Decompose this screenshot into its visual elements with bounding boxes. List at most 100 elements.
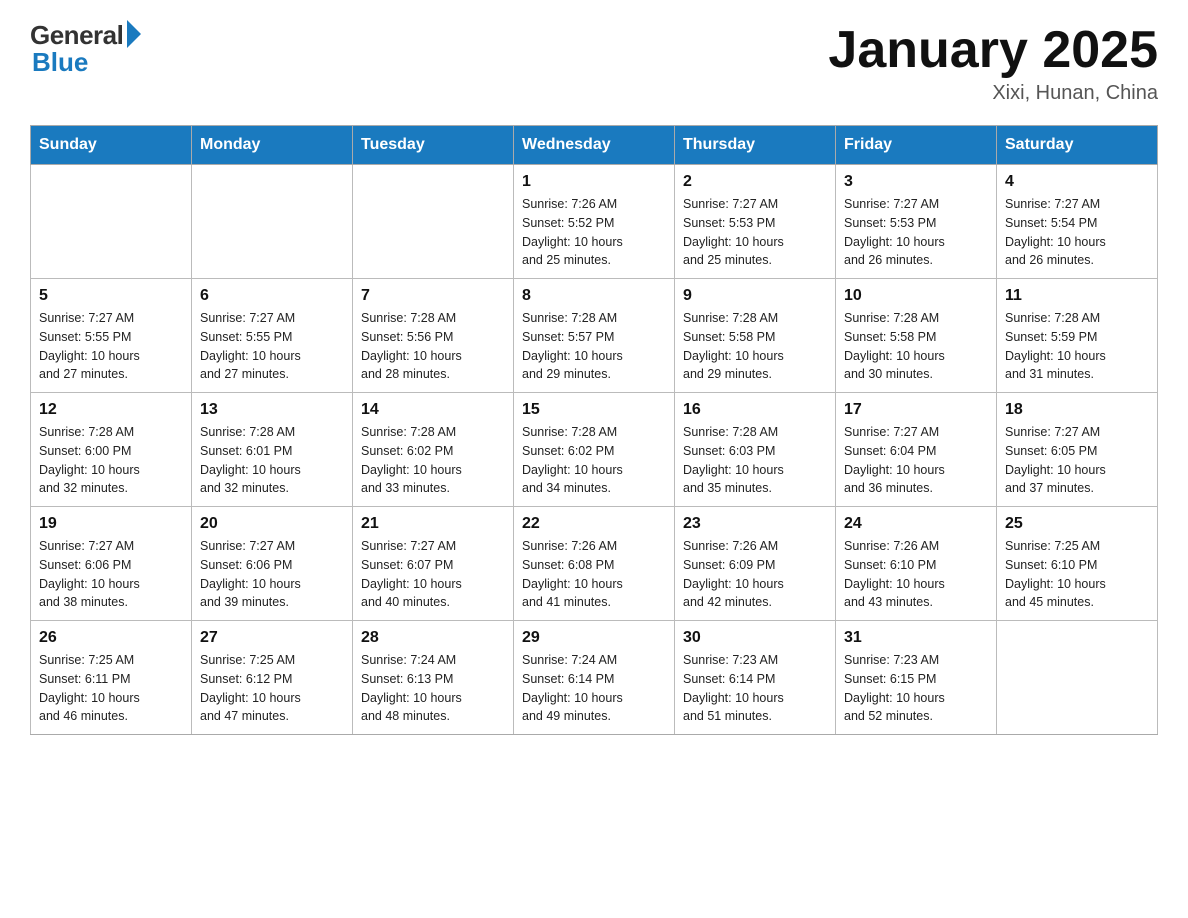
calendar-cell: 26 Sunrise: 7:25 AMSunset: 6:11 PMDayligh…	[31, 621, 192, 735]
day-number: 9	[683, 287, 827, 305]
day-info: Sunrise: 7:27 AMSunset: 5:55 PMDaylight:…	[200, 309, 344, 384]
day-number: 25	[1005, 515, 1149, 533]
calendar-cell	[31, 165, 192, 279]
calendar-cell	[192, 165, 353, 279]
day-number: 18	[1005, 401, 1149, 419]
day-info: Sunrise: 7:25 AMSunset: 6:11 PMDaylight:…	[39, 651, 183, 726]
day-info: Sunrise: 7:26 AMSunset: 6:10 PMDaylight:…	[844, 537, 988, 612]
calendar-week-row: 1 Sunrise: 7:26 AMSunset: 5:52 PMDaylight…	[31, 165, 1158, 279]
calendar-cell: 18Sunrise: 7:27 AMSunset: 6:05 PMDayligh…	[997, 393, 1158, 507]
day-number: 6	[200, 287, 344, 305]
calendar-cell: 15 Sunrise: 7:28 AMSunset: 6:02 PMDayligh…	[514, 393, 675, 507]
day-info: Sunrise: 7:28 AMSunset: 6:02 PMDaylight:…	[522, 423, 666, 498]
calendar-week-row: 19 Sunrise: 7:27 AMSunset: 6:06 PMDayligh…	[31, 507, 1158, 621]
day-info: Sunrise: 7:28 AMSunset: 5:58 PMDaylight:…	[683, 309, 827, 384]
calendar-cell: 13 Sunrise: 7:28 AMSunset: 6:01 PMDayligh…	[192, 393, 353, 507]
calendar-cell: 8 Sunrise: 7:28 AMSunset: 5:57 PMDaylight…	[514, 279, 675, 393]
day-number: 27	[200, 629, 344, 647]
month-title: January 2025	[828, 20, 1158, 80]
title-section: January 2025 Xixi, Hunan, China	[828, 20, 1158, 105]
day-number: 3	[844, 173, 988, 191]
calendar-header-tuesday: Tuesday	[353, 126, 514, 165]
day-info: Sunrise: 7:28 AMSunset: 6:03 PMDaylight:…	[683, 423, 827, 498]
day-number: 26	[39, 629, 183, 647]
day-info: Sunrise: 7:23 AMSunset: 6:15 PMDaylight:…	[844, 651, 988, 726]
day-info: Sunrise: 7:27 AMSunset: 6:06 PMDaylight:…	[39, 537, 183, 612]
day-info: Sunrise: 7:28 AMSunset: 5:58 PMDaylight:…	[844, 309, 988, 384]
day-number: 16	[683, 401, 827, 419]
day-info: Sunrise: 7:27 AMSunset: 5:55 PMDaylight:…	[39, 309, 183, 384]
calendar-header-thursday: Thursday	[675, 126, 836, 165]
calendar-cell: 19 Sunrise: 7:27 AMSunset: 6:06 PMDayligh…	[31, 507, 192, 621]
calendar-cell: 1 Sunrise: 7:26 AMSunset: 5:52 PMDaylight…	[514, 165, 675, 279]
day-number: 31	[844, 629, 988, 647]
calendar-week-row: 12 Sunrise: 7:28 AMSunset: 6:00 PMDayligh…	[31, 393, 1158, 507]
day-number: 20	[200, 515, 344, 533]
day-number: 4	[1005, 173, 1149, 191]
location-label: Xixi, Hunan, China	[828, 82, 1158, 105]
calendar-cell: 16 Sunrise: 7:28 AMSunset: 6:03 PMDayligh…	[675, 393, 836, 507]
day-info: Sunrise: 7:26 AMSunset: 6:08 PMDaylight:…	[522, 537, 666, 612]
day-number: 12	[39, 401, 183, 419]
calendar-cell: 12 Sunrise: 7:28 AMSunset: 6:00 PMDayligh…	[31, 393, 192, 507]
day-number: 8	[522, 287, 666, 305]
day-number: 13	[200, 401, 344, 419]
day-info: Sunrise: 7:25 AMSunset: 6:12 PMDaylight:…	[200, 651, 344, 726]
calendar-cell: 10 Sunrise: 7:28 AMSunset: 5:58 PMDayligh…	[836, 279, 997, 393]
calendar-cell: 11Sunrise: 7:28 AMSunset: 5:59 PMDayligh…	[997, 279, 1158, 393]
calendar-table: SundayMondayTuesdayWednesdayThursdayFrid…	[30, 125, 1158, 735]
calendar-cell: 9 Sunrise: 7:28 AMSunset: 5:58 PMDaylight…	[675, 279, 836, 393]
calendar-header-row: SundayMondayTuesdayWednesdayThursdayFrid…	[31, 126, 1158, 165]
day-number: 2	[683, 173, 827, 191]
day-info: Sunrise: 7:28 AMSunset: 6:02 PMDaylight:…	[361, 423, 505, 498]
day-info: Sunrise: 7:28 AMSunset: 6:01 PMDaylight:…	[200, 423, 344, 498]
day-info: Sunrise: 7:28 AMSunset: 5:56 PMDaylight:…	[361, 309, 505, 384]
calendar-header-saturday: Saturday	[997, 126, 1158, 165]
calendar-cell: 28 Sunrise: 7:24 AMSunset: 6:13 PMDayligh…	[353, 621, 514, 735]
day-number: 7	[361, 287, 505, 305]
day-number: 17	[844, 401, 988, 419]
day-number: 10	[844, 287, 988, 305]
day-number: 29	[522, 629, 666, 647]
day-number: 21	[361, 515, 505, 533]
logo-blue-text: Blue	[32, 47, 88, 78]
calendar-cell	[997, 621, 1158, 735]
calendar-cell: 3 Sunrise: 7:27 AMSunset: 5:53 PMDaylight…	[836, 165, 997, 279]
day-info: Sunrise: 7:27 AMSunset: 6:07 PMDaylight:…	[361, 537, 505, 612]
day-number: 5	[39, 287, 183, 305]
calendar-cell: 6 Sunrise: 7:27 AMSunset: 5:55 PMDaylight…	[192, 279, 353, 393]
day-info: Sunrise: 7:24 AMSunset: 6:13 PMDaylight:…	[361, 651, 505, 726]
day-info: Sunrise: 7:27 AMSunset: 5:53 PMDaylight:…	[844, 195, 988, 270]
day-number: 19	[39, 515, 183, 533]
day-info: Sunrise: 7:27 AMSunset: 6:04 PMDaylight:…	[844, 423, 988, 498]
day-number: 22	[522, 515, 666, 533]
logo-arrow-icon	[127, 20, 141, 48]
logo: General Blue	[30, 20, 141, 78]
calendar-header-monday: Monday	[192, 126, 353, 165]
page-header: General Blue January 2025 Xixi, Hunan, C…	[30, 20, 1158, 105]
calendar-cell: 25Sunrise: 7:25 AMSunset: 6:10 PMDayligh…	[997, 507, 1158, 621]
day-number: 15	[522, 401, 666, 419]
day-number: 30	[683, 629, 827, 647]
calendar-cell: 20Sunrise: 7:27 AMSunset: 6:06 PMDayligh…	[192, 507, 353, 621]
calendar-cell: 29Sunrise: 7:24 AMSunset: 6:14 PMDayligh…	[514, 621, 675, 735]
calendar-cell: 27 Sunrise: 7:25 AMSunset: 6:12 PMDayligh…	[192, 621, 353, 735]
calendar-cell: 7 Sunrise: 7:28 AMSunset: 5:56 PMDaylight…	[353, 279, 514, 393]
day-number: 28	[361, 629, 505, 647]
day-info: Sunrise: 7:26 AMSunset: 5:52 PMDaylight:…	[522, 195, 666, 270]
calendar-cell: 14Sunrise: 7:28 AMSunset: 6:02 PMDayligh…	[353, 393, 514, 507]
calendar-cell: 31 Sunrise: 7:23 AMSunset: 6:15 PMDayligh…	[836, 621, 997, 735]
calendar-cell: 24Sunrise: 7:26 AMSunset: 6:10 PMDayligh…	[836, 507, 997, 621]
calendar-week-row: 26 Sunrise: 7:25 AMSunset: 6:11 PMDayligh…	[31, 621, 1158, 735]
calendar-cell: 4 Sunrise: 7:27 AMSunset: 5:54 PMDaylight…	[997, 165, 1158, 279]
day-info: Sunrise: 7:28 AMSunset: 5:57 PMDaylight:…	[522, 309, 666, 384]
day-info: Sunrise: 7:27 AMSunset: 5:54 PMDaylight:…	[1005, 195, 1149, 270]
day-number: 1	[522, 173, 666, 191]
day-info: Sunrise: 7:27 AMSunset: 5:53 PMDaylight:…	[683, 195, 827, 270]
calendar-header-wednesday: Wednesday	[514, 126, 675, 165]
calendar-cell: 21 Sunrise: 7:27 AMSunset: 6:07 PMDayligh…	[353, 507, 514, 621]
day-info: Sunrise: 7:26 AMSunset: 6:09 PMDaylight:…	[683, 537, 827, 612]
day-number: 23	[683, 515, 827, 533]
day-info: Sunrise: 7:28 AMSunset: 5:59 PMDaylight:…	[1005, 309, 1149, 384]
day-info: Sunrise: 7:28 AMSunset: 6:00 PMDaylight:…	[39, 423, 183, 498]
